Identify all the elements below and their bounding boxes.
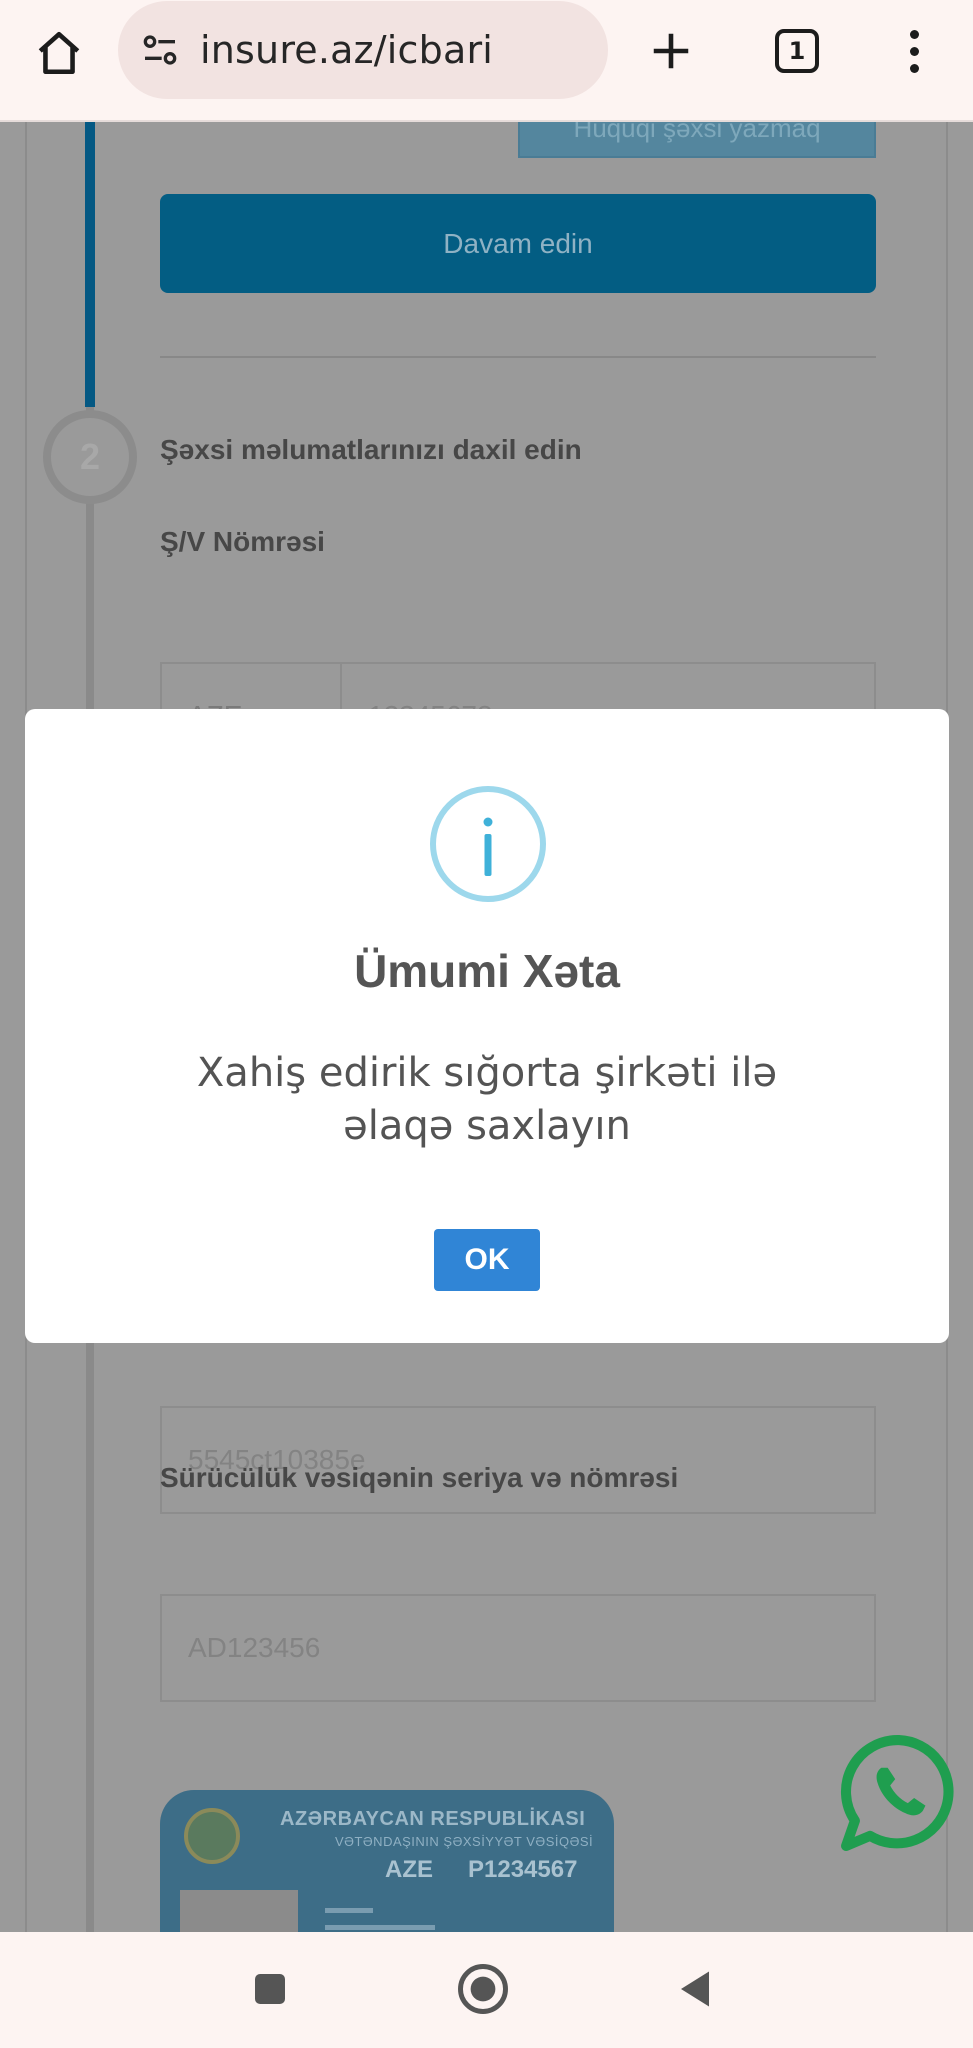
url-text[interactable]: insure.az/icbari: [200, 28, 493, 72]
id-card-subtitle: VƏTƏNDAŞININ ŞƏXSİYYƏT VƏSİQƏSİ: [335, 1834, 594, 1849]
id-card-photo: [180, 1890, 298, 1932]
more-vert-icon: [909, 29, 919, 39]
whatsapp-button[interactable]: [836, 1730, 962, 1856]
section-title: Şəxsi məlumatlarınızı daxil edin: [160, 434, 582, 465]
coat-of-arms-icon: [184, 1808, 240, 1864]
system-navigation-bar: [0, 1932, 973, 2048]
home-button[interactable]: [28, 22, 90, 84]
id-number-label: Ş/V Nömrəsi: [160, 526, 325, 557]
browser-toolbar: insure.az/icbari 1: [0, 0, 973, 122]
fin-field[interactable]: 5545ct10385e: [160, 1406, 876, 1514]
overflow-menu-button[interactable]: [884, 20, 944, 82]
whatsapp-icon: [840, 1735, 954, 1851]
back-triangle-icon: [681, 1971, 709, 2007]
license-field[interactable]: AD123456: [160, 1594, 876, 1702]
dialog-title: Ümumi Xəta: [354, 945, 620, 997]
site-settings-icon[interactable]: [138, 28, 182, 72]
new-tab-button[interactable]: [640, 20, 702, 82]
id-card-image: AZƏRBAYCAN RESPUBLİKASI VƏTƏNDAŞININ ŞƏX…: [160, 1790, 614, 1932]
id-card-number: P1234567: [468, 1856, 578, 1883]
recents-button[interactable]: [237, 1956, 303, 2022]
address-bar[interactable]: insure.az/icbari: [118, 1, 608, 99]
ok-button[interactable]: OK: [434, 1229, 540, 1291]
back-button[interactable]: [662, 1956, 728, 2022]
license-placeholder: AD123456: [188, 1632, 321, 1663]
id-card-title: AZƏRBAYCAN RESPUBLİKASI: [280, 1808, 586, 1830]
info-icon: [430, 786, 546, 902]
error-dialog: Ümumi Xəta Xahiş edirik sığorta şirkəti …: [25, 709, 949, 1343]
home-nav-button[interactable]: [450, 1956, 516, 2022]
home-icon: [38, 31, 80, 75]
license-label: Sürücülük vəsiqənin seriya və nömrəsi: [160, 1462, 679, 1493]
id-card-country: AZE: [385, 1856, 433, 1883]
step-indicator: 2: [43, 410, 137, 504]
legal-entity-button[interactable]: Hüquqi şəxsi yazmaq: [518, 122, 876, 158]
tab-count: 1: [775, 29, 819, 73]
divider: [160, 356, 876, 358]
dialog-message: Xahiş edirik sığorta şirkəti ilə əlaqə s…: [196, 1050, 778, 1149]
step-progress-rail-active: [85, 122, 95, 407]
plus-icon: [653, 33, 689, 69]
continue-button[interactable]: Davam edin: [160, 194, 876, 293]
circle-icon: [458, 1964, 508, 2014]
tab-switcher-button[interactable]: 1: [766, 20, 828, 82]
square-icon: [255, 1974, 285, 2004]
